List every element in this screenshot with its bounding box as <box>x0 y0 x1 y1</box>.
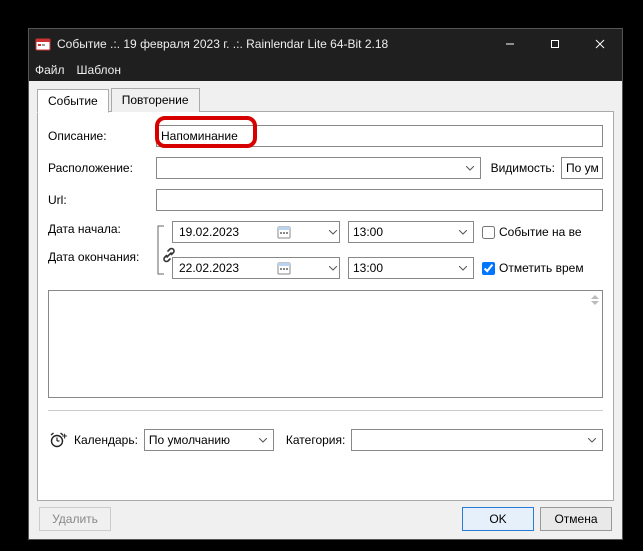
maximize-button[interactable] <box>532 29 577 59</box>
label-url: Url: <box>48 193 150 207</box>
label-location: Расположение: <box>48 161 150 175</box>
delete-button[interactable]: Удалить <box>39 507 111 531</box>
mark-time-checkbox[interactable]: Отметить врем <box>482 261 584 275</box>
visibility-combo[interactable]: По ум <box>561 157 603 179</box>
chevron-down-icon <box>455 260 471 276</box>
titlebar: Событие .:. 19 февраля 2023 г. .:. Rainl… <box>29 29 622 59</box>
tabs: Событие Повторение <box>37 88 614 112</box>
calendar-combo[interactable]: По умолчанию <box>144 429 274 451</box>
separator <box>48 410 603 411</box>
close-button[interactable] <box>577 29 622 59</box>
start-time-value: 13:00 <box>353 225 383 239</box>
menu-template[interactable]: Шаблон <box>77 63 121 77</box>
label-visibility: Видимость: <box>491 161 555 175</box>
calendar-icon <box>277 261 291 275</box>
label-end-date: Дата окончания: <box>48 250 150 264</box>
chevron-down-icon <box>329 266 337 271</box>
minimize-button[interactable] <box>487 29 532 59</box>
calendar-icon <box>277 225 291 239</box>
event-window: Событие .:. 19 февраля 2023 г. .:. Rainl… <box>28 28 623 540</box>
start-date-value: 19.02.2023 <box>179 225 239 239</box>
client-area: Событие Повторение Описание: Расположени… <box>29 81 622 539</box>
mark-time-cb-input[interactable] <box>482 262 495 275</box>
chevron-down-icon <box>584 432 600 448</box>
chevron-down-icon <box>255 432 271 448</box>
all-day-checkbox[interactable]: Событие на ве <box>482 225 582 239</box>
mark-time-label: Отметить врем <box>499 261 584 275</box>
end-date-value: 22.02.2023 <box>179 261 239 275</box>
all-day-label: Событие на ве <box>499 225 582 239</box>
button-bar: Удалить OK Отмена <box>37 501 614 531</box>
category-combo[interactable] <box>351 429 603 451</box>
location-combo[interactable] <box>156 157 481 179</box>
end-date-picker[interactable]: 22.02.2023 <box>172 257 340 279</box>
tab-event-panel: Описание: Расположение: Видимость: По ум… <box>37 111 614 501</box>
start-date-picker[interactable]: 19.02.2023 <box>172 221 340 243</box>
menubar: Файл Шаблон <box>29 59 622 81</box>
chevron-down-icon <box>462 160 478 176</box>
tab-repeat[interactable]: Повторение <box>111 88 200 112</box>
label-category: Категория: <box>286 433 345 447</box>
menu-file[interactable]: Файл <box>35 63 65 77</box>
link-icon[interactable] <box>160 236 178 274</box>
chevron-down-icon <box>455 224 471 240</box>
app-icon <box>35 36 51 52</box>
chevron-down-icon <box>329 230 337 235</box>
scroll-hint-icon <box>591 295 599 306</box>
ok-button[interactable]: OK <box>462 507 534 531</box>
tab-event[interactable]: Событие <box>37 89 109 113</box>
calendar-value: По умолчанию <box>149 433 230 447</box>
end-time-combo[interactable]: 13:00 <box>348 257 474 279</box>
end-time-value: 13:00 <box>353 261 383 275</box>
label-calendar: Календарь: <box>74 433 138 447</box>
url-input[interactable] <box>156 189 603 211</box>
all-day-cb-input[interactable] <box>482 226 495 239</box>
label-description: Описание: <box>48 129 150 143</box>
window-title: Событие .:. 19 февраля 2023 г. .:. Rainl… <box>57 37 388 51</box>
label-start-date: Дата начала: <box>48 222 150 236</box>
svg-text:+: + <box>62 432 67 441</box>
alarm-clock-icon[interactable]: + <box>48 431 68 449</box>
notes-textarea[interactable] <box>48 290 603 398</box>
description-input[interactable] <box>156 125 603 147</box>
cancel-button[interactable]: Отмена <box>540 507 612 531</box>
start-time-combo[interactable]: 13:00 <box>348 221 474 243</box>
visibility-value: По ум <box>566 161 599 175</box>
